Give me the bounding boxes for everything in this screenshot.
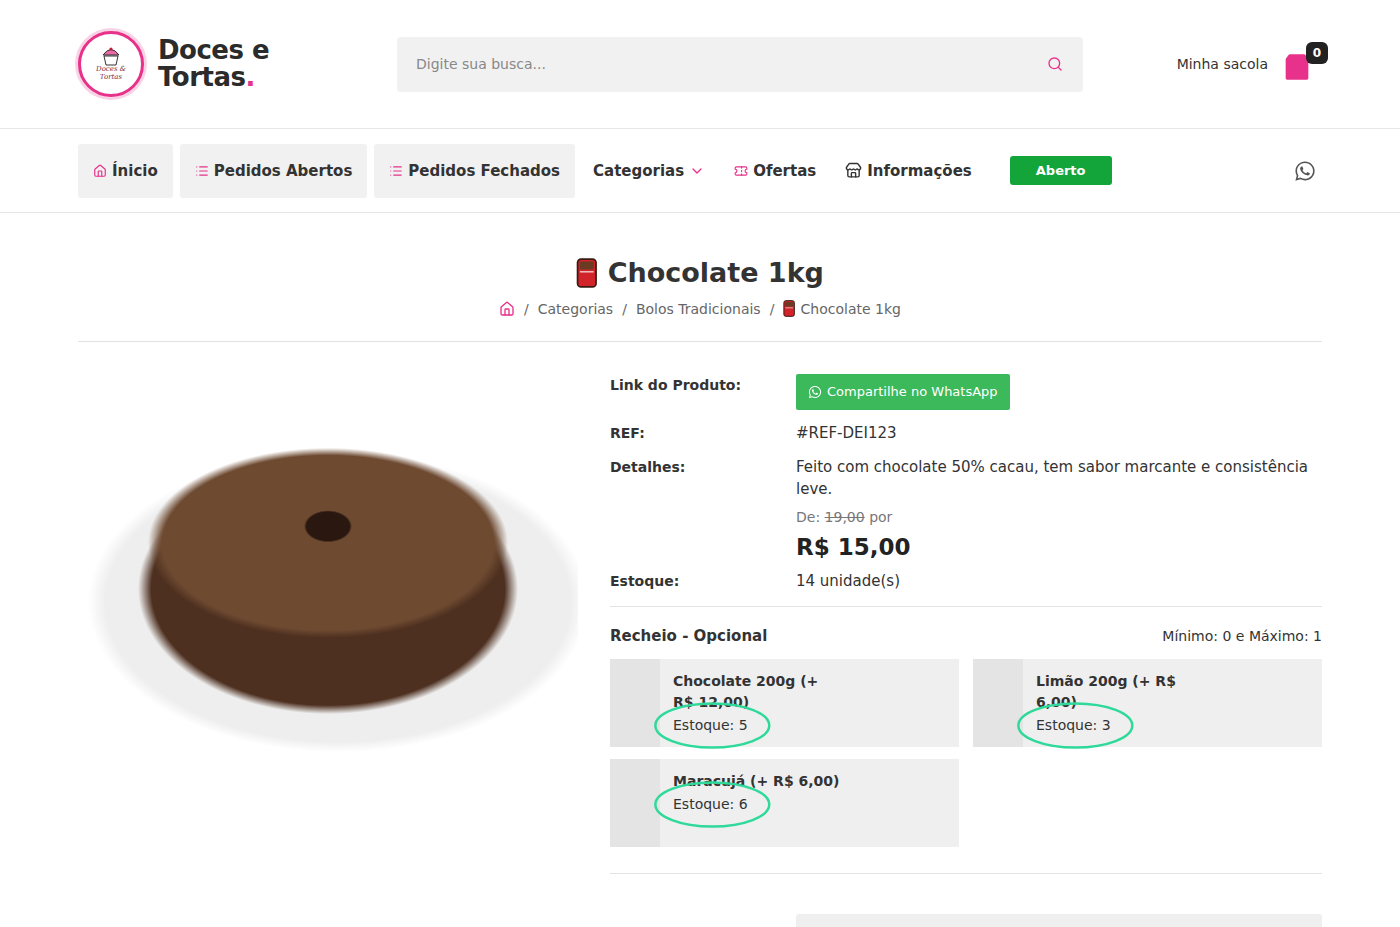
whatsapp-icon — [808, 385, 822, 399]
breadcrumb-separator: / — [770, 301, 775, 317]
nav-item[interactable]: Informações — [834, 144, 983, 198]
old-price: De: 19,00 por — [796, 506, 1322, 528]
option-card[interactable]: Chocolate 200g (+ R$ 12,00)Estoque: 5 — [610, 659, 959, 747]
highlight-circle — [653, 780, 772, 829]
option-name: Chocolate 200g (+ R$ 12,00) — [673, 671, 843, 713]
search-bar — [397, 37, 1083, 92]
options-grid: Chocolate 200g (+ R$ 12,00)Estoque: 5Lim… — [610, 659, 1322, 874]
search-input[interactable] — [414, 55, 1037, 73]
share-button[interactable]: Compartilhe no WhatsApp — [796, 374, 1010, 410]
product-title: Chocolate 1kg — [576, 257, 824, 288]
info-row: Estoque:14 unidade(s) — [610, 564, 1322, 598]
product-photo — [78, 424, 578, 754]
product-info: Link do Produto:Compartilhe no WhatsAppR… — [610, 368, 1322, 927]
highlight-circle — [653, 701, 772, 750]
logo[interactable]: Doces & Tortas Doces eTortas. — [78, 31, 397, 97]
home-icon — [93, 164, 107, 178]
breadcrumb-item[interactable]: Bolos Tradicionais — [636, 301, 761, 317]
chevron-down-icon — [689, 163, 705, 179]
logo-mark: Doces & Tortas — [91, 66, 131, 81]
option-stock: Estoque: 6 — [673, 794, 748, 815]
option-thumb — [610, 759, 660, 847]
option-thumb — [610, 659, 660, 747]
chocolate-icon — [576, 258, 598, 288]
breadcrumb-separator: / — [622, 301, 627, 317]
cart[interactable]: Minha sacola0 — [1083, 44, 1322, 84]
nav-item[interactable]: Ínicio — [78, 144, 173, 198]
cart-label: Minha sacola — [1177, 56, 1268, 72]
option-name: Maracujá (+ R$ 6,00) — [673, 771, 839, 792]
nav-bar: ÍnicioPedidos AbertosPedidos FechadosCat… — [0, 129, 1400, 213]
breadcrumb-item[interactable]: Chocolate 1kg — [783, 300, 901, 317]
nav-item[interactable]: Pedidos Fechados — [374, 144, 575, 198]
option-name: Limão 200g (+ R$ 6,00) — [1036, 671, 1206, 713]
nav-item[interactable]: Pedidos Abertos — [180, 144, 368, 198]
title-section: Chocolate 1kg / Categorias / Bolos Tradicion… — [78, 213, 1322, 342]
option-stock: Estoque: 5 — [673, 715, 748, 736]
list-icon — [195, 164, 209, 178]
brand-name: Doces eTortas. — [158, 37, 269, 91]
home-icon — [499, 301, 515, 317]
price: R$ 15,00 — [796, 536, 1322, 558]
info-row: REF:#REF-DEI123 — [610, 416, 1322, 450]
info-row: Detalhes:Feito com chocolate 50% cacau, … — [610, 450, 1322, 564]
header: Doces & Tortas Doces eTortas. Minha sacola… — [0, 0, 1400, 129]
search-icon[interactable] — [1047, 56, 1063, 72]
option-stock: Estoque: 3 — [1036, 715, 1111, 736]
divider — [610, 606, 1322, 607]
options-header: Recheio - OpcionalMínimo: 0 e Máximo: 1 — [610, 615, 1322, 659]
option-thumb — [973, 659, 1023, 747]
nav-item[interactable]: Categorias — [582, 144, 716, 198]
quantity-bar — [796, 914, 1322, 927]
highlight-circle — [1016, 701, 1135, 750]
info-row: Link do Produto:Compartilhe no WhatsApp — [610, 368, 1322, 416]
breadcrumb-item[interactable] — [499, 301, 515, 317]
breadcrumb-item[interactable]: Categorias — [538, 301, 613, 317]
chocolate-icon — [783, 300, 795, 317]
breadcrumb: / Categorias / Bolos Tradicionais / Chocolate… — [499, 300, 901, 317]
logo-badge: Doces & Tortas — [78, 31, 144, 97]
list-icon — [389, 164, 403, 178]
whatsapp-icon — [1294, 160, 1316, 182]
status-badge: Aberto — [1010, 156, 1112, 185]
cart-count: 0 — [1306, 42, 1328, 64]
nav-item[interactable]: Ofertas — [723, 144, 827, 198]
option-card[interactable]: Limão 200g (+ R$ 6,00)Estoque: 3 — [973, 659, 1322, 747]
breadcrumb-separator: / — [524, 301, 529, 317]
option-card[interactable]: Maracujá (+ R$ 6,00)Estoque: 6 — [610, 759, 959, 847]
whatsapp-link[interactable] — [1294, 160, 1316, 182]
cupcake-icon — [100, 46, 122, 66]
product-main: Link do Produto:Compartilhe no WhatsAppR… — [78, 342, 1322, 927]
store-icon — [845, 162, 862, 179]
ticket-icon — [734, 164, 748, 178]
